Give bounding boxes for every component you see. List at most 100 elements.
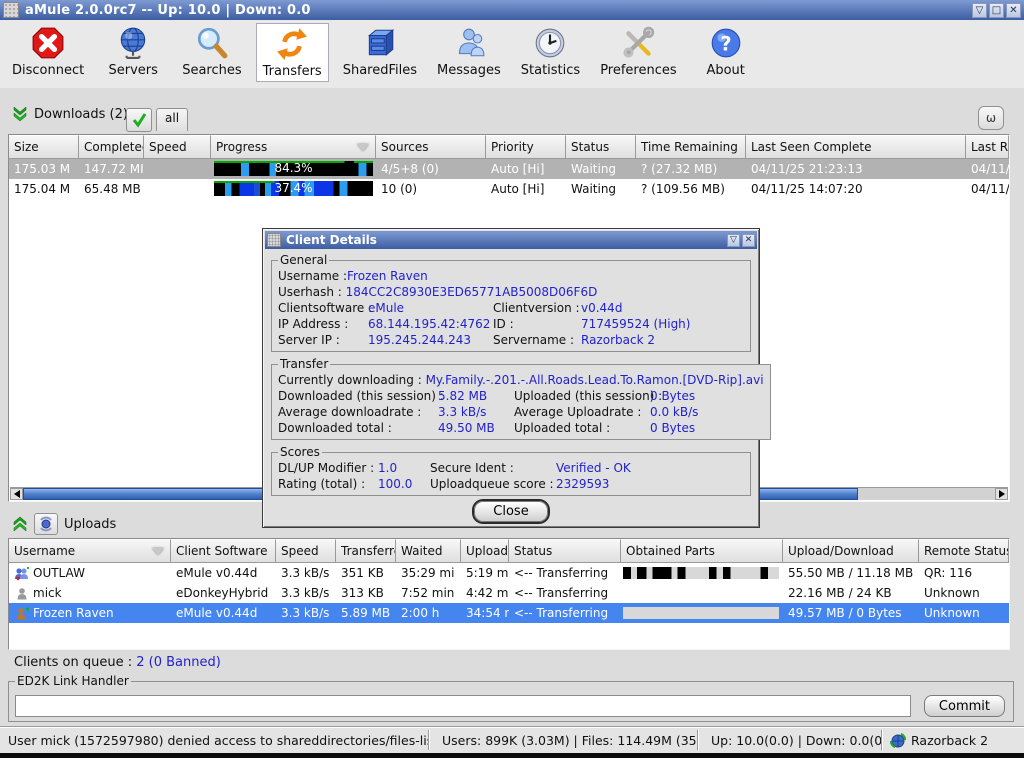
statusbar-users-files: Users: 899K (3.03M) | Files: 114.49M (35…: [429, 730, 697, 750]
dialog-titlebar[interactable]: Client Details ▽ ✕: [265, 231, 757, 249]
col-speed[interactable]: Speed: [276, 539, 336, 563]
col-progress[interactable]: Progress: [211, 135, 376, 159]
transfer-legend: Transfer: [278, 357, 330, 371]
dialog-shade-button[interactable]: ▽: [727, 234, 740, 247]
toolbar-statistics[interactable]: Statistics: [515, 23, 586, 80]
col-upload-time[interactable]: Upload Ti: [461, 539, 509, 563]
downloads-caption: Downloads (2): [12, 106, 128, 122]
toolbar-disconnect[interactable]: Disconnect: [6, 23, 90, 80]
toolbar-label: About: [706, 63, 744, 78]
upload-row[interactable]: mick eDonkeyHybrid 3.3 kB/s 313 KB 7:52 …: [9, 583, 1009, 603]
sharedfiles-icon: [363, 26, 397, 60]
close-button[interactable]: ✕: [1006, 3, 1021, 18]
check-icon: [131, 112, 147, 128]
downloads-header-row: Size Completed Speed Progress Sources Pr…: [9, 135, 1009, 159]
col-status[interactable]: Status: [566, 135, 636, 159]
col-speed[interactable]: Speed: [144, 135, 211, 159]
uploads-caption: Uploads: [12, 513, 116, 535]
uploads-section: Uploads Username Client Software Speed T…: [8, 510, 1010, 650]
dialog-close-action-button[interactable]: Close: [474, 501, 547, 522]
friend-icon: [14, 567, 30, 581]
uploads-title: Uploads: [64, 517, 116, 532]
col-status[interactable]: Status: [509, 539, 621, 563]
toolbar-about[interactable]: ? About: [691, 23, 761, 80]
clients-on-queue: Clients on queue : 2 (0 Banned): [14, 655, 221, 670]
col-completed[interactable]: Completed: [79, 135, 144, 159]
toolbar-label: Preferences: [600, 63, 676, 78]
statusbar-updown: Up: 10.0(0.0) | Down: 0.0(0.0): [698, 730, 881, 750]
commit-button[interactable]: Commit: [924, 695, 1005, 717]
col-obtained-parts[interactable]: Obtained Parts: [621, 539, 783, 563]
sort-desc-icon: [357, 144, 369, 151]
tab-all-label: all: [165, 111, 179, 125]
about-icon: ?: [709, 26, 743, 60]
uploads-header-row: Username Client Software Speed Transferr…: [9, 539, 1009, 563]
svg-text:?: ?: [720, 32, 731, 55]
downloads-title: Downloads (2): [34, 107, 128, 122]
toolbar-searches[interactable]: Searches: [176, 23, 247, 80]
maximize-button[interactable]: □: [989, 3, 1004, 18]
col-transferred[interactable]: Transferred: [336, 539, 396, 563]
col-upload-download[interactable]: Upload/Download: [783, 539, 919, 563]
toolbar-transfers[interactable]: Transfers: [256, 23, 329, 82]
col-last-seen[interactable]: Last Seen Complete: [746, 135, 966, 159]
col-remote-status[interactable]: Remote Status: [919, 539, 1009, 563]
transfer-group: Transfer Currently downloading : My.Fami…: [271, 357, 771, 440]
ed2k-link-input[interactable]: [15, 695, 911, 717]
clients-known-button[interactable]: [34, 513, 58, 535]
sort-desc-icon: [152, 548, 164, 555]
clients-toggle-button[interactable]: ω: [978, 106, 1004, 130]
serverip-value: 195.245.244.243: [368, 332, 493, 348]
titlebar[interactable]: aMule 2.0.0rc7 -- Up: 10.0 | Down: 0.0 ▽…: [0, 0, 1024, 20]
col-size[interactable]: Size: [9, 135, 79, 159]
category-all-tab[interactable]: all: [156, 108, 188, 131]
toolbar-label: Transfers: [263, 64, 322, 79]
ip-value: 68.144.195.42:4762: [368, 316, 493, 332]
dialog-menu-icon[interactable]: [267, 233, 281, 247]
col-time-remaining[interactable]: Time Remaining: [636, 135, 746, 159]
transfers-icon: [275, 27, 309, 61]
scroll-left-button[interactable]: [10, 488, 23, 500]
clientversion-value: v0.44d: [581, 300, 744, 316]
preferences-icon: [621, 26, 655, 60]
shade-button[interactable]: ▽: [972, 3, 987, 18]
download-row[interactable]: 175.03 M 147.72 MI 84.3% 4/5+8 (0) Auto …: [9, 159, 1009, 179]
disconnect-icon: [31, 26, 65, 60]
toolbar-messages[interactable]: Messages: [431, 23, 507, 80]
window-title: aMule 2.0.0rc7 -- Up: 10.0 | Down: 0.0: [25, 3, 311, 18]
toolbar-sharedfiles[interactable]: SharedFiles: [337, 23, 423, 80]
username-value: Frozen Raven: [347, 269, 428, 283]
col-username[interactable]: Username: [9, 539, 171, 563]
toolbar-preferences[interactable]: Preferences: [594, 23, 682, 80]
toolbar-label: Searches: [182, 63, 241, 78]
col-priority[interactable]: Priority: [486, 135, 566, 159]
amule-window: { "colors": { "titlebar_top": "#7e9ad2",…: [0, 0, 1024, 758]
col-sources[interactable]: Sources: [376, 135, 486, 159]
messages-icon: [452, 26, 486, 60]
category-check-tab[interactable]: [126, 108, 152, 132]
col-client-software[interactable]: Client Software: [171, 539, 276, 563]
uploads-list-panel: Username Client Software Speed Transferr…: [8, 538, 1010, 650]
current-download-value: My.Family.-.201.-.All.Roads.Lead.To.Ramo…: [426, 373, 764, 387]
uploads-icon: [12, 516, 28, 532]
main-toolbar: Disconnect Servers Searches Transfers: [0, 20, 1024, 88]
statistics-icon: [533, 26, 567, 60]
id-value: 717459524 (High): [581, 316, 744, 332]
upload-row[interactable]: OUTLAW eMule v0.44d 3.3 kB/s 351 KB 35:2…: [9, 563, 1009, 583]
scroll-right-button[interactable]: [995, 488, 1008, 500]
user-icon: [14, 587, 30, 601]
statusbar-server: Razorback 2: [882, 730, 1024, 750]
dialog-close-button[interactable]: ✕: [742, 234, 755, 247]
download-row[interactable]: 175.04 M 65.48 MB 37.4% 10 (0) Auto [Hi]…: [9, 179, 1009, 199]
upload-row-selected[interactable]: Frozen Raven eMule v0.44d 3.3 kB/s 5.89 …: [9, 603, 1009, 623]
dialog-body: General Username :Frozen Raven Userhash …: [263, 251, 759, 522]
toolbar-servers[interactable]: Servers: [98, 23, 168, 80]
window-menu-icon[interactable]: [3, 2, 19, 18]
connected-server-icon: [890, 733, 906, 748]
scores-group: Scores DL/UP Modifier :1.0 Secure Ident …: [271, 445, 751, 496]
downloads-icon: [12, 106, 28, 122]
col-last-received[interactable]: Last R: [966, 135, 1009, 159]
statusbar: User mick (1572597980) denied access to …: [0, 726, 1024, 753]
col-waited[interactable]: Waited: [396, 539, 461, 563]
progress-bar: 37.4%: [214, 181, 373, 196]
